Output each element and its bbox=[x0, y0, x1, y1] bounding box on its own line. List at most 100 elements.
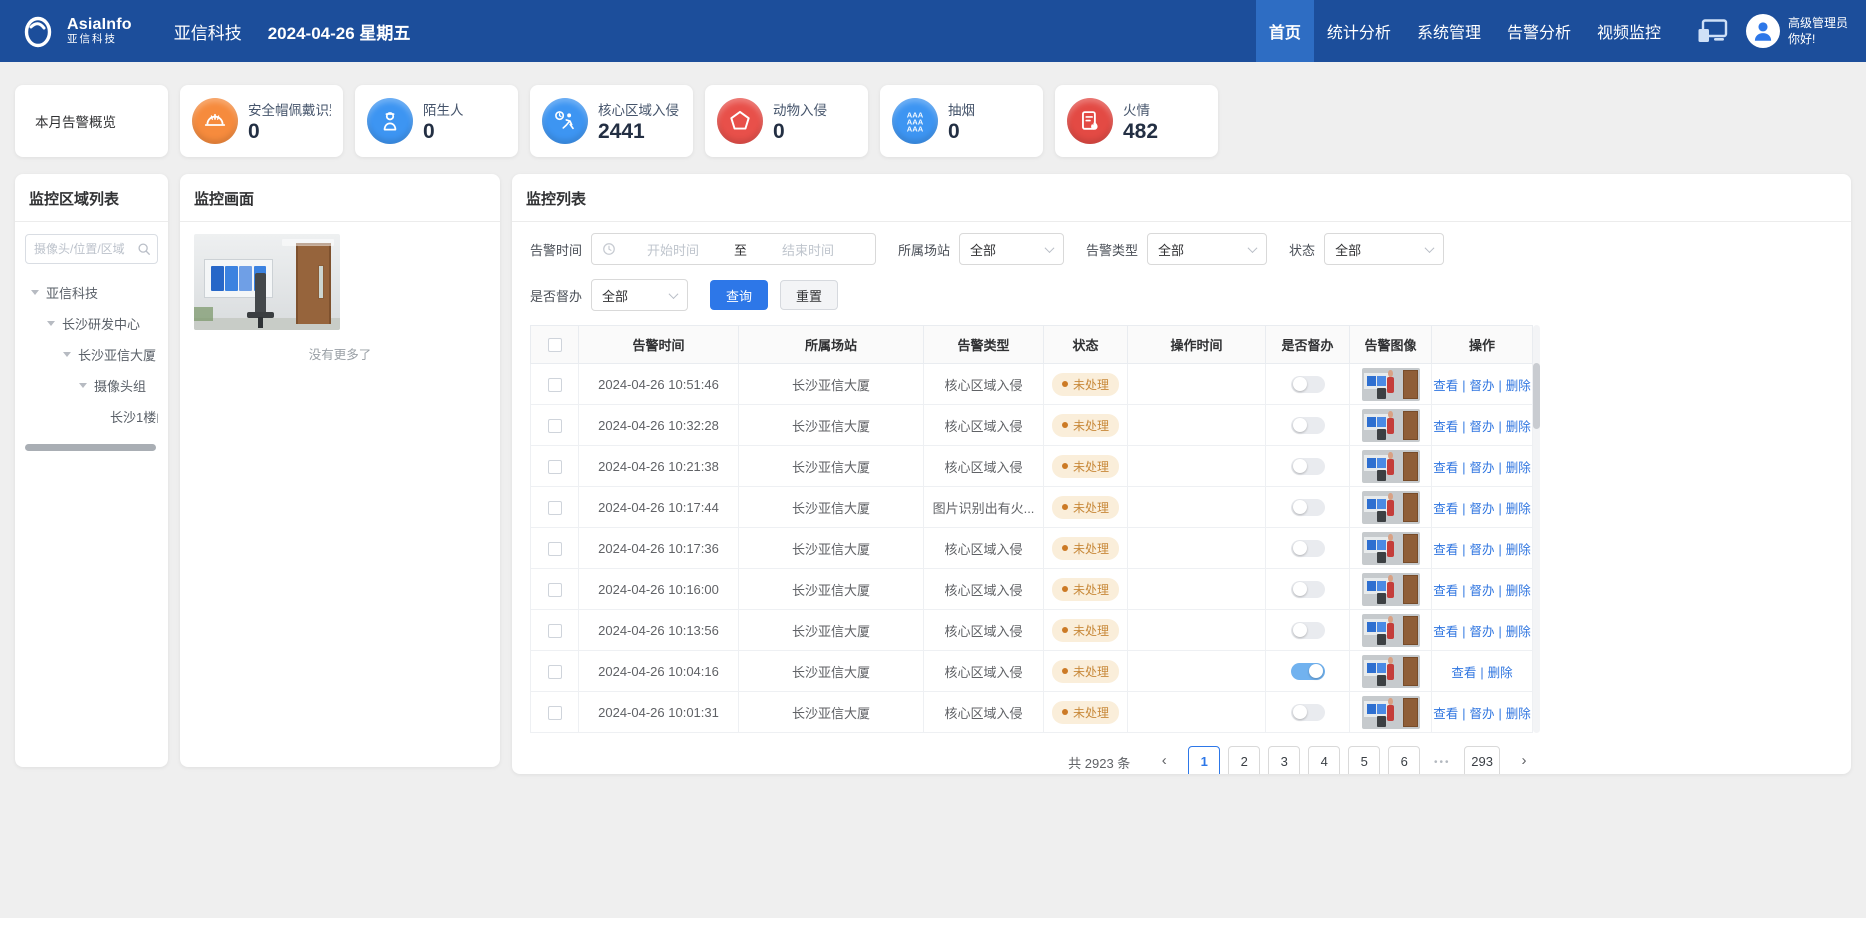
action-view[interactable]: 查看 bbox=[1433, 420, 1458, 434]
supervise-select[interactable]: 全部 bbox=[591, 279, 688, 311]
page-button-3[interactable]: 3 bbox=[1268, 746, 1300, 774]
nav-item-video[interactable]: 视频监控 bbox=[1584, 0, 1674, 62]
horizontal-scrollbar[interactable] bbox=[25, 444, 156, 451]
supervise-toggle[interactable] bbox=[1291, 458, 1325, 475]
alarm-image-thumb[interactable] bbox=[1362, 696, 1420, 729]
supervise-toggle[interactable] bbox=[1291, 417, 1325, 434]
cell-alarm-type: 核心区域入侵 bbox=[924, 610, 1044, 651]
nav-item-system[interactable]: 系统管理 bbox=[1404, 0, 1494, 62]
alarm-table: 告警时间 所属场站 告警类型 状态 操作时间 是否督办 告警图像 操作 bbox=[530, 325, 1533, 733]
user-menu[interactable]: 高级管理员 你好! bbox=[1746, 0, 1866, 62]
more-pages-button[interactable]: ••• bbox=[1428, 757, 1456, 768]
supervise-toggle[interactable] bbox=[1291, 704, 1325, 721]
row-checkbox[interactable] bbox=[548, 665, 562, 679]
cell-actions: 查看|督办|删除 bbox=[1432, 487, 1533, 528]
site-select[interactable]: 全部 bbox=[959, 233, 1064, 265]
action-view[interactable]: 查看 bbox=[1451, 666, 1476, 680]
alarm-image-thumb[interactable] bbox=[1362, 532, 1420, 565]
action-view[interactable]: 查看 bbox=[1433, 543, 1458, 557]
action-delete[interactable]: 删除 bbox=[1506, 502, 1531, 516]
alarm-image-thumb[interactable] bbox=[1362, 491, 1420, 524]
action-delete[interactable]: 删除 bbox=[1506, 625, 1531, 639]
action-view[interactable]: 查看 bbox=[1433, 625, 1458, 639]
supervise-toggle[interactable] bbox=[1291, 499, 1325, 516]
page-button-1[interactable]: 1 bbox=[1188, 746, 1220, 774]
row-checkbox[interactable] bbox=[548, 460, 562, 474]
action-supervise[interactable]: 督办 bbox=[1469, 461, 1494, 475]
page-button-5[interactable]: 5 bbox=[1348, 746, 1380, 774]
action-supervise[interactable]: 督办 bbox=[1469, 584, 1494, 598]
tree-node[interactable]: 长沙研发中心 bbox=[25, 308, 158, 339]
type-select[interactable]: 全部 bbox=[1147, 233, 1267, 265]
row-checkbox[interactable] bbox=[548, 501, 562, 515]
supervise-toggle[interactable] bbox=[1291, 622, 1325, 639]
alarm-image-thumb[interactable] bbox=[1362, 614, 1420, 647]
tree-node[interactable]: 亚信科技 bbox=[25, 277, 158, 308]
camera-preview-door bbox=[296, 243, 331, 325]
alarm-image-thumb[interactable] bbox=[1362, 368, 1420, 401]
action-view[interactable]: 查看 bbox=[1433, 584, 1458, 598]
action-view[interactable]: 查看 bbox=[1433, 461, 1458, 475]
status-badge: 未处理 bbox=[1052, 701, 1119, 724]
action-supervise[interactable]: 督办 bbox=[1469, 625, 1494, 639]
action-delete[interactable]: 删除 bbox=[1506, 584, 1531, 598]
supervise-toggle[interactable] bbox=[1291, 581, 1325, 598]
row-checkbox[interactable] bbox=[548, 583, 562, 597]
page-button-6[interactable]: 6 bbox=[1388, 746, 1420, 774]
alarm-image-thumb[interactable] bbox=[1362, 655, 1420, 688]
supervise-toggle[interactable] bbox=[1291, 540, 1325, 557]
nav-item-home[interactable]: 首页 bbox=[1256, 0, 1314, 62]
tree-node-label: 亚信科技 bbox=[46, 283, 98, 302]
status-select[interactable]: 全部 bbox=[1324, 233, 1444, 265]
tree-node-label: 长沙亚信大厦 bbox=[78, 345, 156, 364]
row-checkbox[interactable] bbox=[548, 706, 562, 720]
vertical-scrollbar[interactable] bbox=[1533, 325, 1540, 733]
tree-node[interactable]: 摄像头组 bbox=[25, 370, 158, 401]
alarm-image-thumb[interactable] bbox=[1362, 573, 1420, 606]
action-supervise[interactable]: 督办 bbox=[1469, 502, 1494, 516]
supervise-toggle[interactable] bbox=[1291, 376, 1325, 393]
tree-node[interactable]: 长沙亚信大厦 bbox=[25, 339, 158, 370]
action-delete[interactable]: 删除 bbox=[1506, 420, 1531, 434]
row-checkbox[interactable] bbox=[548, 542, 562, 556]
action-delete[interactable]: 删除 bbox=[1506, 707, 1531, 721]
tree-node[interactable]: 长沙1楼门口 bbox=[25, 401, 158, 432]
reset-button[interactable]: 重置 bbox=[780, 280, 838, 310]
caret-down-icon[interactable] bbox=[47, 321, 55, 326]
nav-item-stats[interactable]: 统计分析 bbox=[1314, 0, 1404, 62]
select-all-checkbox[interactable] bbox=[548, 338, 562, 352]
alarm-image-thumb[interactable] bbox=[1362, 450, 1420, 483]
action-supervise[interactable]: 督办 bbox=[1469, 420, 1494, 434]
action-view[interactable]: 查看 bbox=[1433, 502, 1458, 516]
row-checkbox[interactable] bbox=[548, 378, 562, 392]
supervise-toggle[interactable] bbox=[1291, 663, 1325, 680]
prev-page-button[interactable]: ‹ bbox=[1148, 746, 1180, 774]
caret-down-icon[interactable] bbox=[79, 383, 87, 388]
page-button-293[interactable]: 293 bbox=[1464, 746, 1500, 774]
action-delete[interactable]: 删除 bbox=[1506, 379, 1531, 393]
alarm-image-thumb[interactable] bbox=[1362, 409, 1420, 442]
next-page-button[interactable]: › bbox=[1508, 746, 1540, 774]
query-button[interactable]: 查询 bbox=[710, 280, 768, 310]
row-checkbox[interactable] bbox=[548, 624, 562, 638]
action-view[interactable]: 查看 bbox=[1433, 707, 1458, 721]
type-select-value: 全部 bbox=[1158, 240, 1184, 259]
action-supervise[interactable]: 督办 bbox=[1469, 379, 1494, 393]
action-delete[interactable]: 删除 bbox=[1488, 666, 1513, 680]
caret-down-icon[interactable] bbox=[31, 290, 39, 295]
no-more-text: 没有更多了 bbox=[194, 344, 486, 363]
nav-item-alarm-analysis[interactable]: 告警分析 bbox=[1494, 0, 1584, 62]
action-supervise[interactable]: 督办 bbox=[1469, 707, 1494, 721]
page-button-2[interactable]: 2 bbox=[1228, 746, 1260, 774]
action-delete[interactable]: 删除 bbox=[1506, 461, 1531, 475]
table-row: 2024-04-26 10:16:00 长沙亚信大厦 核心区域入侵 未处理 查看… bbox=[531, 569, 1533, 610]
page-button-4[interactable]: 4 bbox=[1308, 746, 1340, 774]
action-supervise[interactable]: 督办 bbox=[1469, 543, 1494, 557]
camera-preview[interactable] bbox=[194, 234, 340, 330]
action-delete[interactable]: 删除 bbox=[1506, 543, 1531, 557]
caret-down-icon[interactable] bbox=[63, 352, 71, 357]
alarm-time-range-picker[interactable]: 开始时间 至 结束时间 bbox=[591, 233, 876, 265]
action-view[interactable]: 查看 bbox=[1433, 379, 1458, 393]
row-checkbox[interactable] bbox=[548, 419, 562, 433]
screens-button[interactable] bbox=[1674, 0, 1746, 62]
